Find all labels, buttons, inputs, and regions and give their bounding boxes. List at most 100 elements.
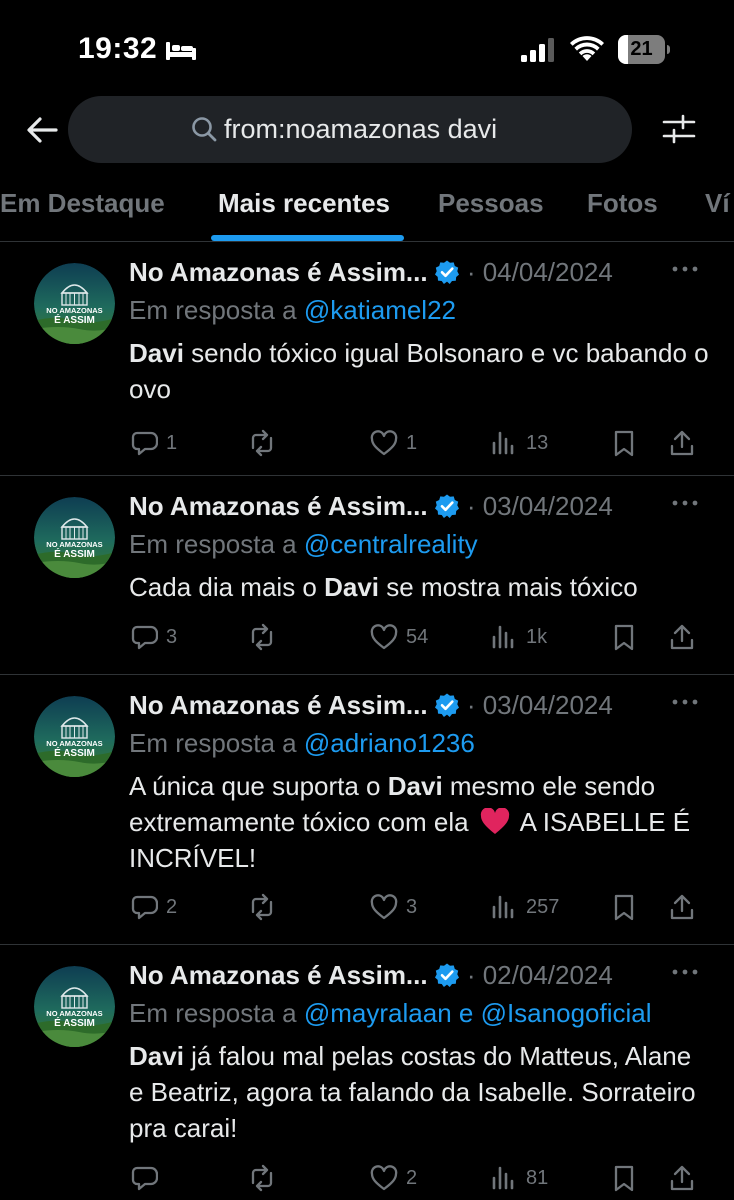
retweet-button[interactable] [248,889,276,925]
search-tabs: Em Destaque Mais recentes Pessoas Fotos … [0,168,734,242]
author-name[interactable]: No Amazonas é Assim... [129,491,428,521]
retweet-button[interactable] [248,619,276,655]
reply-button[interactable]: 1 [130,425,177,461]
avatar-line1: NO AMAZONAS [46,306,102,315]
avatar-line1: NO AMAZONAS [46,1009,102,1018]
like-button[interactable]: 54 [370,619,428,655]
tab-pessoas[interactable]: Pessoas [438,188,544,219]
battery-body: 21 [618,35,665,64]
reply-context: Em resposta a @centralreality [129,529,478,560]
like-icon [370,624,398,650]
filter-settings-icon[interactable] [660,110,698,148]
views-count: 1k [526,625,548,648]
search-input[interactable]: from:noamazonas davi [68,96,632,163]
bookmark-button[interactable] [610,619,638,655]
like-count: 54 [406,625,429,648]
tweet-actions: 2 81 [0,1160,734,1196]
more-options-icon[interactable] [670,696,700,708]
back-arrow-icon[interactable] [24,112,60,148]
verified-badge-icon [434,494,459,518]
views-count: 13 [526,431,549,454]
retweet-button[interactable] [248,425,276,461]
avatar-image: NO AMAZONASÉ ASSIM [34,263,115,344]
more-options-icon[interactable] [670,263,700,275]
like-icon [370,1165,398,1191]
reply-label: Em resposta a [129,529,297,559]
reply-handle-link[interactable]: @centralreality [304,529,478,559]
tweet-actions: 1 1 13 [0,425,734,461]
views-button[interactable]: 81 [490,1160,548,1196]
battery-icon: 21 [618,35,670,64]
retweet-icon [251,623,273,651]
highlighted-keyword: Davi [129,1041,184,1071]
avatar[interactable]: NO AMAZONAS É ASSIM [34,966,115,1047]
tweet[interactable]: NO AMAZONAS É ASSIM No Amazonas é Assim..… [0,477,734,675]
share-button[interactable] [668,425,696,461]
author-name[interactable]: No Amazonas é Assim... [129,960,428,990]
share-icon [670,894,694,920]
reply-icon [131,625,158,650]
tab-fotos[interactable]: Fotos [587,188,658,219]
avatar-image: NO AMAZONASÉ ASSIM [34,696,115,777]
bookmark-icon [614,624,634,651]
views-count: 81 [526,1166,549,1189]
reply-handle-link[interactable]: @mayralaan e @Isanogoficial [304,998,652,1028]
reply-context: Em resposta a @mayralaan e @Isanogoficia… [129,998,652,1029]
tweet[interactable]: NO AMAZONAS É ASSIM No Amazonas é Assim..… [0,243,734,476]
tab-mais-recentes[interactable]: Mais recentes [218,188,390,219]
retweet-icon [251,893,273,921]
reply-button[interactable]: 3 [130,619,177,655]
reply-count: 1 [166,431,178,454]
avatar[interactable]: NO AMAZONAS É ASSIM [34,696,115,777]
avatar[interactable]: NO AMAZONAS É ASSIM [34,263,115,344]
wifi-icon [570,36,604,61]
tweet-date[interactable]: · 03/04/2024 [467,690,613,720]
views-button[interactable]: 257 [490,889,559,925]
like-icon [370,894,398,920]
tweet-text: Cada dia mais o Davi se mostra mais tóxi… [129,569,709,605]
reply-label: Em resposta a [129,998,297,1028]
tab-videos[interactable]: Ví [705,188,730,219]
views-icon [492,1166,514,1190]
tweet-date[interactable]: · 02/04/2024 [467,960,613,990]
tweet[interactable]: NO AMAZONAS É ASSIM No Amazonas é Assim..… [0,946,734,1200]
retweet-button[interactable] [248,1160,276,1196]
tweet-text-segment: sendo tóxico igual Bolsonaro e vc baband… [129,338,709,404]
reply-button[interactable]: 2 [130,889,177,925]
reply-handle-link[interactable]: @adriano1236 [304,728,475,758]
like-button[interactable]: 3 [370,889,417,925]
avatar[interactable]: NO AMAZONAS É ASSIM [34,497,115,578]
views-button[interactable]: 1k [490,619,547,655]
tweet-date[interactable]: · 03/04/2024 [467,491,613,521]
active-tab-indicator [211,235,404,241]
share-button[interactable] [668,619,696,655]
reply-label: Em resposta a [129,728,297,758]
reply-button[interactable] [130,1160,158,1196]
author-name[interactable]: No Amazonas é Assim... [129,257,428,287]
share-button[interactable] [668,889,696,925]
bookmark-icon [614,894,634,921]
more-options-icon[interactable] [670,966,700,978]
search-query: from:noamazonas davi [224,114,498,144]
bookmark-button[interactable] [610,425,638,461]
tweet-header: No Amazonas é Assim... · 02/04/2024 [129,960,613,991]
views-count: 257 [526,895,560,918]
avatar-line1: NO AMAZONAS [46,540,102,549]
like-button[interactable]: 2 [370,1160,417,1196]
tweet[interactable]: NO AMAZONAS É ASSIM No Amazonas é Assim..… [0,676,734,945]
tweet-date[interactable]: · 04/04/2024 [467,257,613,287]
reply-handle-link[interactable]: @katiamel22 [304,295,456,325]
like-button[interactable]: 1 [370,425,417,461]
tweet-text-segment: A única que suporta o [129,771,388,801]
reply-icon [131,431,158,456]
verified-badge-icon [434,693,459,717]
bookmark-button[interactable] [610,889,638,925]
reply-icon [131,895,158,920]
tab-em-destaque[interactable]: Em Destaque [0,188,165,219]
bookmark-button[interactable] [610,1160,638,1196]
views-button[interactable]: 13 [490,425,548,461]
reply-count: 2 [166,895,178,918]
author-name[interactable]: No Amazonas é Assim... [129,690,428,720]
share-button[interactable] [668,1160,696,1196]
more-options-icon[interactable] [670,497,700,509]
